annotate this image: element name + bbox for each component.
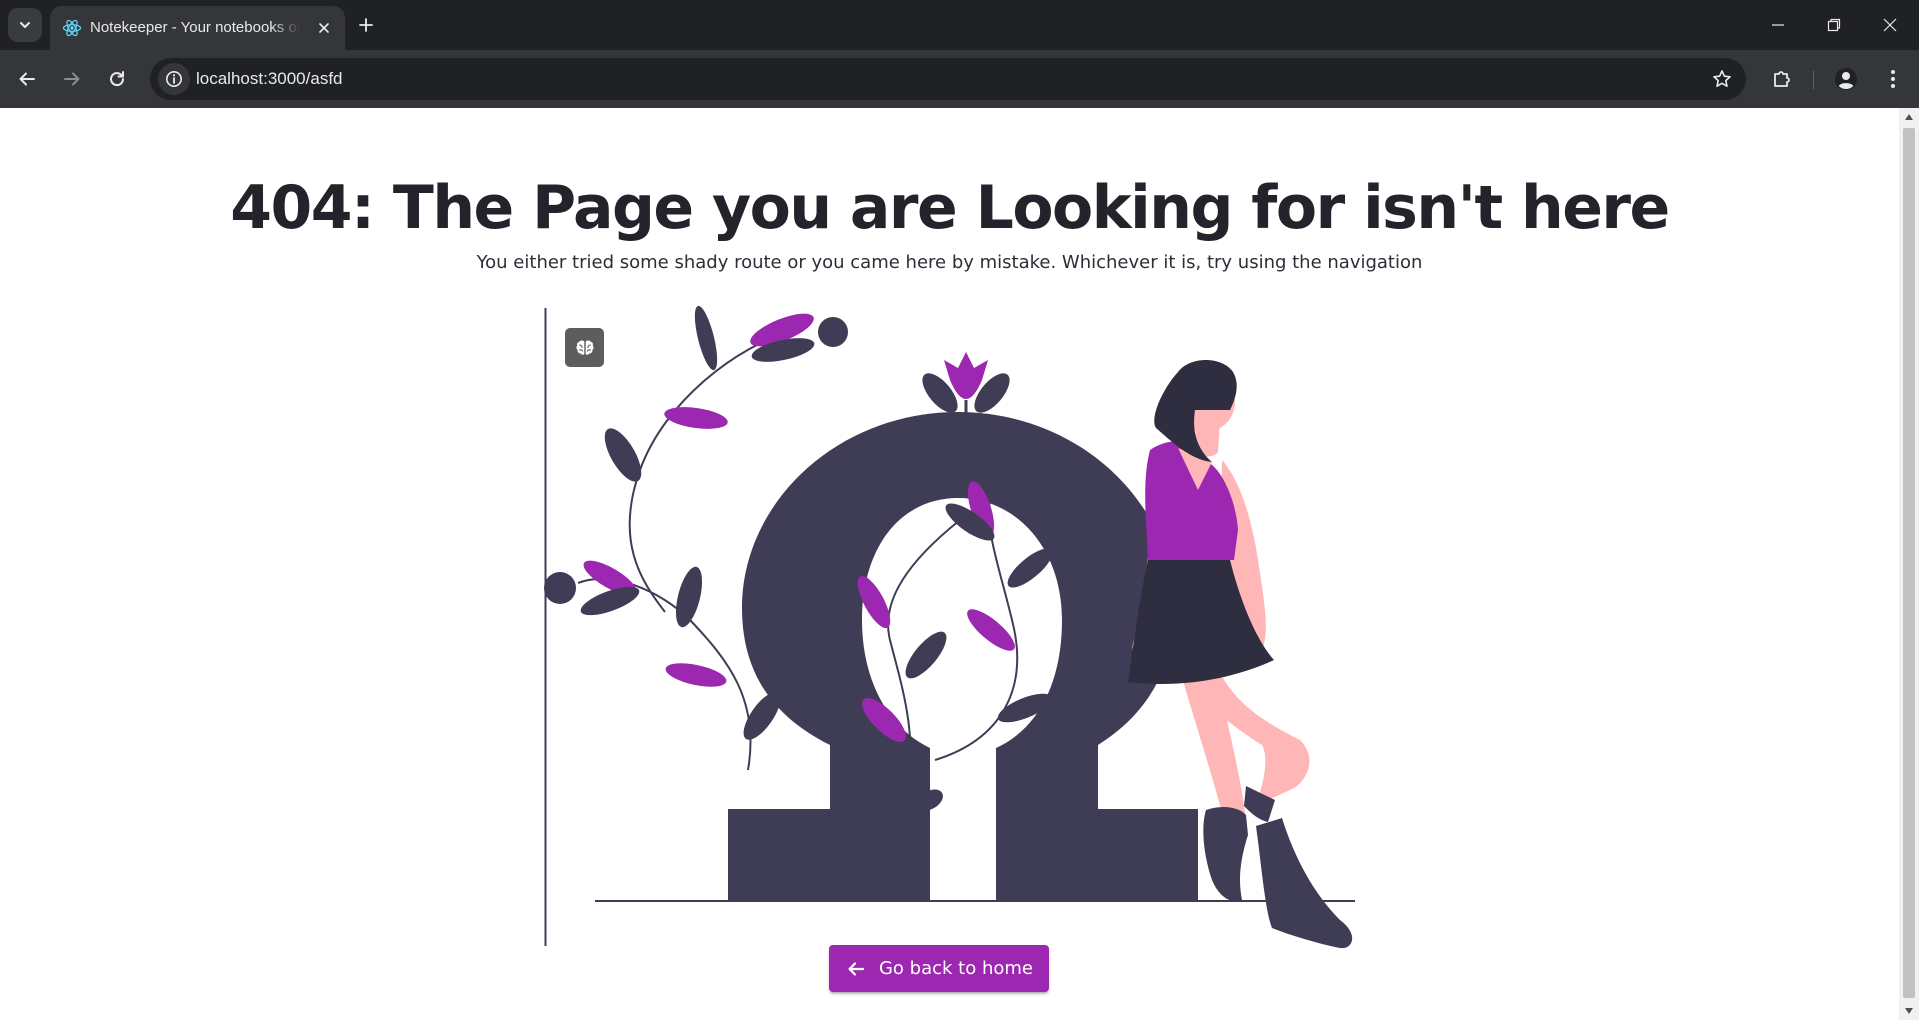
go-home-button[interactable]: Go back to home xyxy=(829,945,1049,992)
close-icon xyxy=(1883,18,1897,32)
close-icon xyxy=(319,23,329,33)
close-window-button[interactable] xyxy=(1862,0,1918,50)
brain-badge[interactable] xyxy=(565,328,604,367)
url-text[interactable]: localhost:3000/asfd xyxy=(196,68,343,90)
browser-toolbar: localhost:3000/asfd xyxy=(0,50,1919,108)
page-title: 404: The Page you are Looking for isn't … xyxy=(230,173,1670,243)
restore-button[interactable] xyxy=(1806,0,1862,50)
more-vert-icon xyxy=(1891,70,1895,88)
arrow-right-icon xyxy=(64,72,80,86)
toolbar-divider xyxy=(1813,71,1814,89)
profile-button[interactable] xyxy=(1830,63,1862,95)
close-tab-button[interactable] xyxy=(313,17,335,39)
scroll-thumb[interactable] xyxy=(1903,128,1915,998)
minimize-icon xyxy=(1772,24,1784,26)
arrow-left-icon xyxy=(845,958,867,980)
puzzle-icon xyxy=(1774,71,1790,87)
person-icon xyxy=(1835,68,1857,90)
browser-tab-bar: Notekeeper - Your notebooks online xyxy=(0,0,1919,50)
site-info-button[interactable] xyxy=(158,63,190,95)
not-found-illustration xyxy=(544,305,1355,949)
extensions-button[interactable] xyxy=(1766,63,1798,95)
restore-icon xyxy=(1827,18,1841,32)
reload-icon xyxy=(110,71,125,87)
page-scrollbar[interactable] xyxy=(1899,108,1919,1020)
bookmark-button[interactable] xyxy=(1708,65,1736,93)
brain-icon xyxy=(575,339,594,355)
forward-button[interactable] xyxy=(54,61,90,97)
page-viewport: 404: The Page you are Looking for isn't … xyxy=(0,108,1899,1020)
star-icon xyxy=(1713,70,1731,87)
plus-icon xyxy=(359,18,373,32)
scroll-up-button[interactable] xyxy=(1899,108,1919,126)
arrow-left-icon xyxy=(19,72,35,86)
triangle-down-icon xyxy=(1905,1008,1913,1014)
triangle-up-icon xyxy=(1905,114,1913,120)
scroll-down-button[interactable] xyxy=(1899,1002,1919,1020)
new-tab-button[interactable] xyxy=(352,11,380,39)
info-icon xyxy=(166,71,182,87)
reload-button[interactable] xyxy=(99,61,135,97)
back-button[interactable] xyxy=(9,61,45,97)
browser-tab[interactable]: Notekeeper - Your notebooks online xyxy=(50,6,345,50)
chevron-down-icon xyxy=(20,22,30,28)
page-subtitle: You either tried some shady route or you… xyxy=(476,252,1423,273)
address-bar[interactable]: localhost:3000/asfd xyxy=(150,58,1746,100)
react-logo-icon xyxy=(62,19,82,37)
go-home-label: Go back to home xyxy=(878,958,1033,979)
browser-menu-button[interactable] xyxy=(1877,63,1909,95)
tab-search-button[interactable] xyxy=(8,8,42,42)
tab-title: Notekeeper - Your notebooks online xyxy=(90,19,300,36)
minimize-button[interactable] xyxy=(1750,0,1806,50)
